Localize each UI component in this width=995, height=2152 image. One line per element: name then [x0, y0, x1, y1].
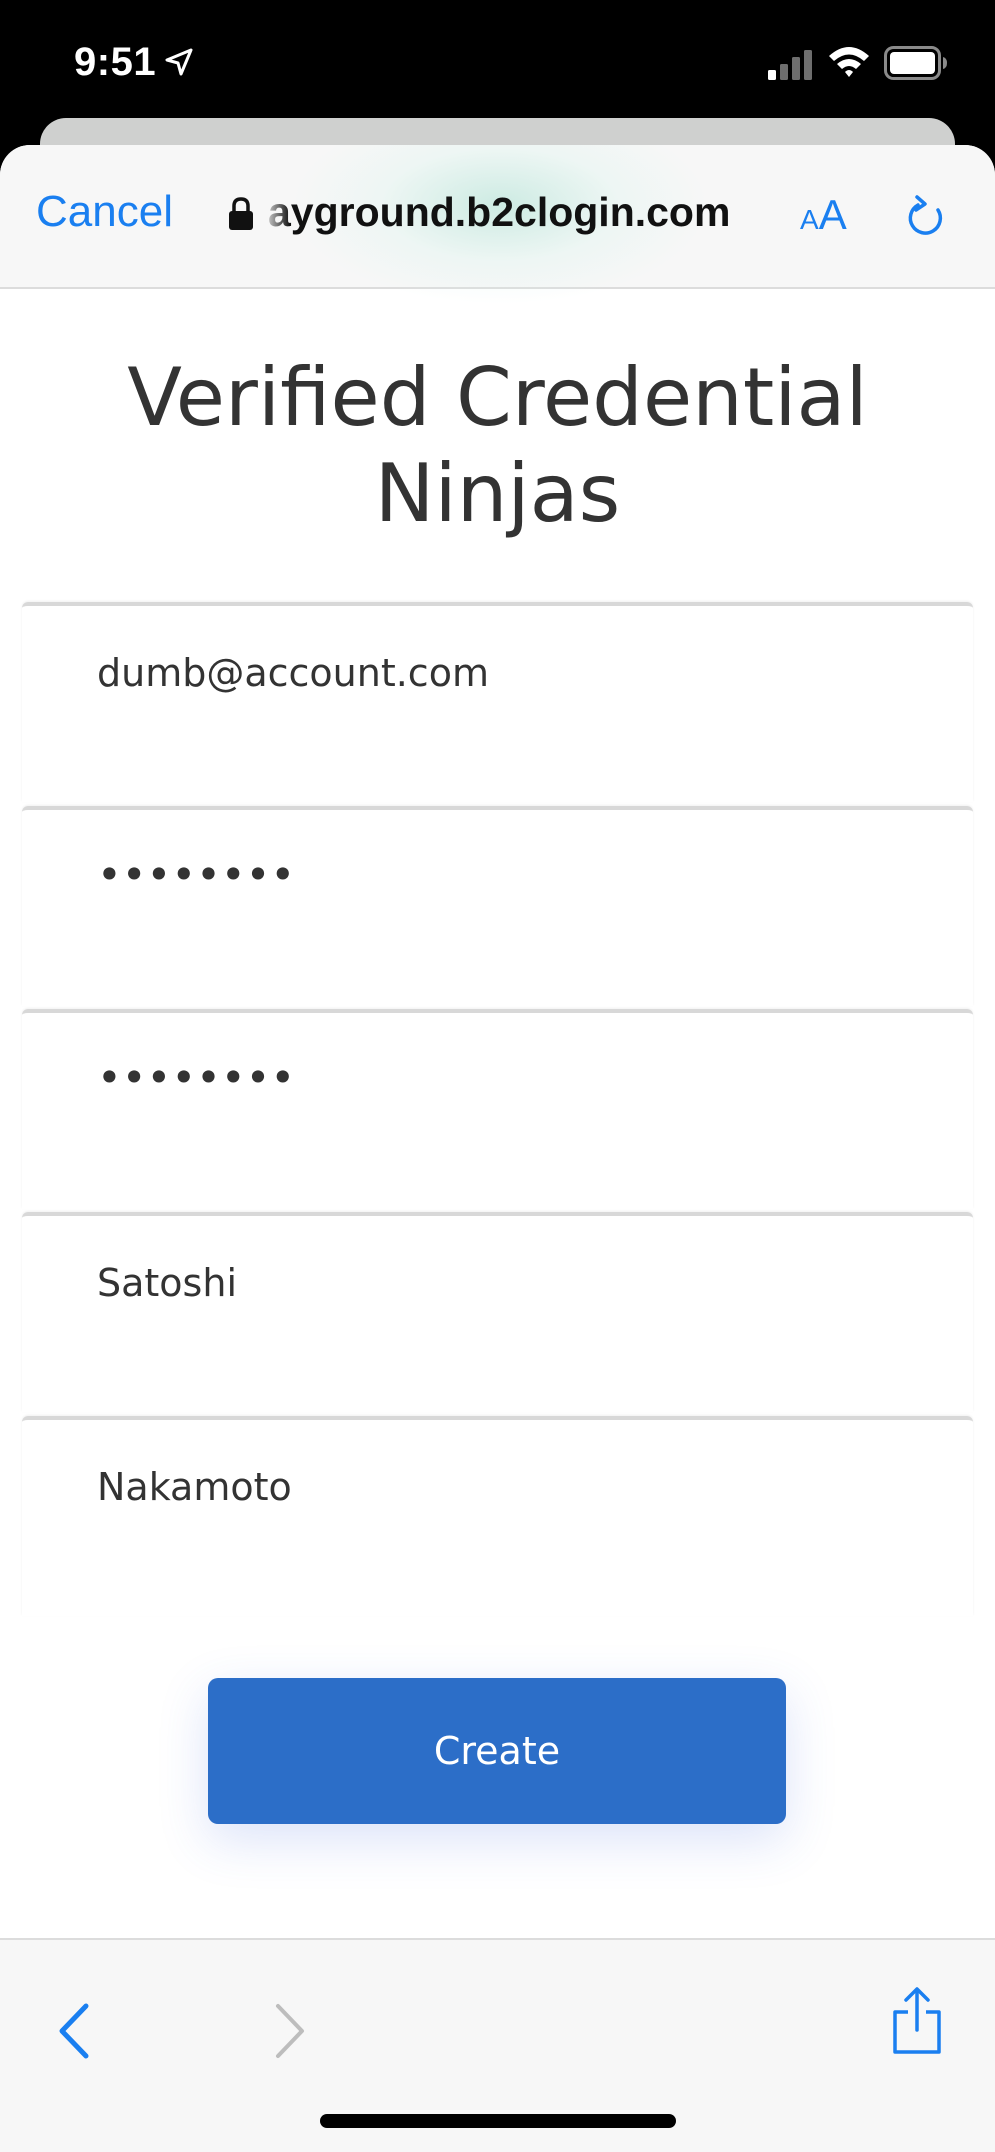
lock-icon — [229, 197, 253, 230]
wifi-icon — [829, 47, 869, 77]
confirm-password-field[interactable]: •••••••• — [22, 1009, 973, 1209]
page-title-line1: Verified Credential — [127, 351, 868, 444]
browser-toolbar — [0, 1938, 995, 2152]
create-button[interactable]: Create — [208, 1678, 786, 1824]
surname-field[interactable]: Nakamoto — [22, 1416, 973, 1616]
page-title-line2: Ninjas — [374, 447, 621, 540]
confirm-password-value: •••••••• — [97, 1053, 296, 1102]
battery-icon — [884, 46, 947, 80]
reload-icon[interactable] — [904, 193, 948, 241]
email-value: dumb@account.com — [97, 651, 489, 695]
text-size-button[interactable]: AA — [800, 191, 847, 239]
email-field[interactable]: dumb@account.com — [22, 602, 973, 802]
text-size-large-glyph: A — [818, 191, 847, 238]
cellular-signal-icon — [768, 50, 812, 80]
status-time: 9:51 — [74, 40, 157, 84]
given-name-field[interactable]: Satoshi — [22, 1212, 973, 1412]
password-field[interactable]: •••••••• — [22, 806, 973, 1006]
url-field[interactable]: ayground.b2clogin.com — [268, 189, 730, 236]
browser-address-bar: Cancel ayground.b2clogin.com AA — [0, 145, 995, 305]
password-value: •••••••• — [97, 850, 296, 899]
home-indicator — [320, 2114, 676, 2128]
surname-value: Nakamoto — [97, 1465, 292, 1509]
chevron-left-icon[interactable] — [56, 2002, 92, 2060]
page-title: Verified Credential Ninjas — [0, 350, 995, 542]
cancel-button[interactable]: Cancel — [36, 187, 173, 237]
share-icon[interactable] — [890, 1986, 944, 2056]
chevron-right-icon[interactable] — [272, 2002, 308, 2060]
browser-sheet: Cancel ayground.b2clogin.com AA Verified… — [0, 145, 995, 2152]
location-arrow-icon — [165, 48, 193, 76]
text-size-small-glyph: A — [800, 204, 819, 235]
given-name-value: Satoshi — [97, 1261, 237, 1305]
